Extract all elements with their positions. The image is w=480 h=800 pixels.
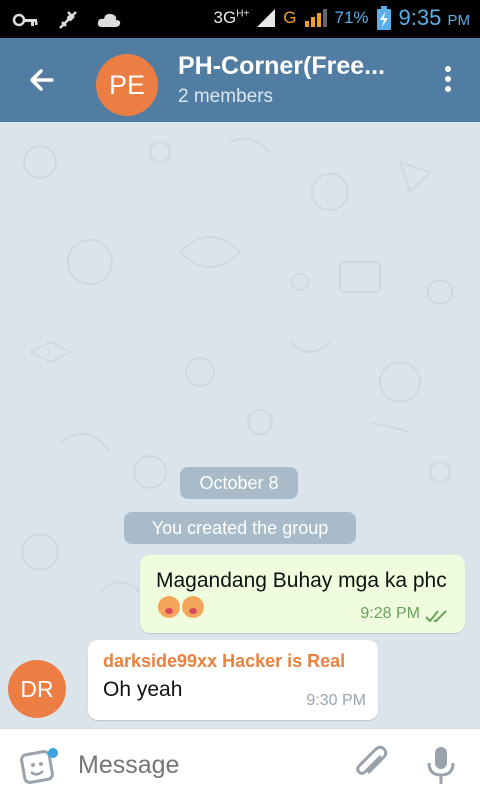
paperclip-icon[interactable] (352, 745, 392, 785)
group-avatar[interactable]: PE (96, 54, 158, 116)
message-input[interactable] (78, 751, 328, 780)
outgoing-message[interactable]: Magandang Buhay mga ka phc 9:28 PM (140, 555, 465, 633)
chat-area[interactable]: October 8 You created the group Magandan… (0, 122, 480, 728)
group-title[interactable]: PH-Corner(Free... (178, 52, 408, 81)
network-type: 3GH+ (213, 8, 250, 27)
date-divider: October 8 (180, 467, 298, 499)
member-count: 2 members (178, 86, 274, 107)
message-time: 9:30 PM (306, 692, 366, 709)
kissing-face-emoji-icon (158, 596, 180, 618)
overflow-menu-icon[interactable] (438, 66, 458, 96)
usb-debug-icon (59, 11, 77, 29)
signal-bars-icon (304, 9, 327, 27)
message-composer (0, 728, 480, 800)
sticker-emoji-icon[interactable] (20, 747, 58, 785)
incoming-message[interactable]: darkside99xx Hacker is Real Oh yeah 9:30… (88, 640, 378, 720)
battery-charging-icon (376, 6, 391, 30)
status-bar: 3GH+ G 71% 9:35 PM (0, 0, 480, 38)
sender-avatar[interactable]: DR (8, 660, 66, 718)
chat-background-pattern (18, 137, 453, 683)
battery-percent: 71% (334, 8, 369, 27)
microphone-icon[interactable] (424, 745, 458, 787)
clock: 9:35 PM (398, 5, 470, 30)
message-time: 9:28 PM (360, 605, 420, 622)
back-arrow-icon[interactable] (22, 60, 62, 100)
service-message: You created the group (124, 512, 356, 544)
chat-header: PE PH-Corner(Free... 2 members (0, 38, 480, 122)
read-checkmarks-icon (425, 610, 447, 623)
key-icon (12, 13, 38, 27)
message-text: Oh yeah (103, 678, 183, 701)
kissing-face-emoji-icon (182, 596, 204, 618)
cloud-icon (97, 13, 121, 27)
carrier-g: G (283, 8, 297, 27)
sender-name[interactable]: darkside99xx Hacker is Real (103, 651, 345, 672)
signal-icon (257, 9, 276, 27)
